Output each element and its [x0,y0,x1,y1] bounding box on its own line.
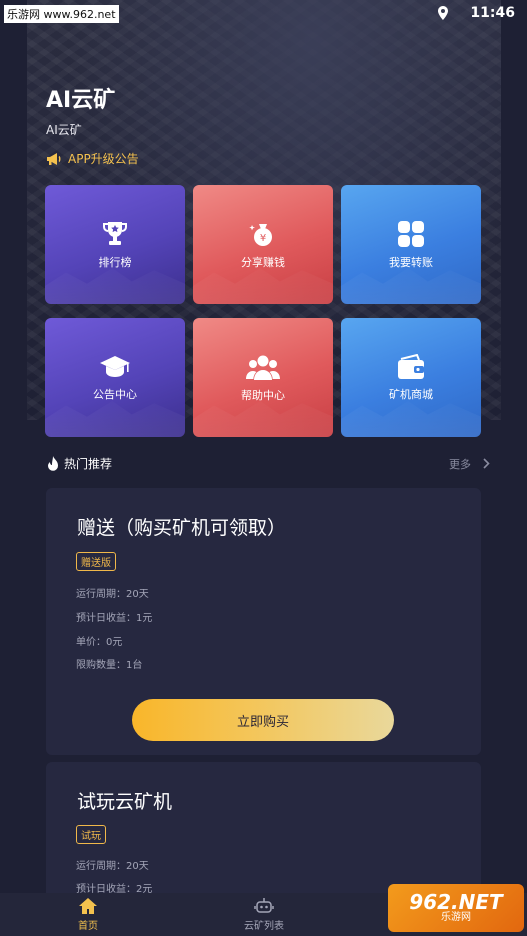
product-title: 赠送（购买矿机可领取） [77,517,287,539]
megaphone-icon [47,152,61,165]
notice-link[interactable]: APP升级公告 [46,150,139,167]
watermark-small: 乐游网 [441,912,471,923]
tile-label: 排行榜 [98,255,132,269]
wallet-icon [398,353,424,379]
trophy-icon [103,221,127,245]
section-header: 热门推荐 更多 [46,455,490,472]
watermark-top: 乐游网 www.962.net [4,5,119,23]
tile-ranking[interactable]: 排行榜 [45,185,185,304]
watermark-big: 962.NET [409,890,503,914]
more-link[interactable]: 更多 [449,456,490,472]
more-label: 更多 [449,457,471,471]
product-cycle: 运行周期：20天 [76,589,149,600]
notice-text: APP升级公告 [68,152,139,166]
product-limit: 限购数量：1台 [76,660,143,671]
home-icon [79,898,97,914]
tab-home[interactable]: 首页 [0,893,176,936]
money-bag-icon: ¥ [249,223,272,246]
buy-now-button[interactable]: 立即购买 [132,699,394,741]
graduation-cap-icon [100,355,130,377]
tile-label: 我要转账 [389,255,433,269]
svg-text:¥: ¥ [260,233,266,244]
flame-icon [48,455,59,471]
status-time: 11:46 [470,5,515,21]
tab-mining-list[interactable]: 云矿列表 [176,893,352,936]
chevron-right-icon [483,458,490,469]
product-tag: 试玩 [76,825,106,844]
tab-label: 云矿列表 [244,921,284,932]
tile-label: 公告中心 [93,387,137,401]
watermark-logo: 962.NET 乐游网 [388,884,524,932]
product-cycle: 运行周期：20天 [76,861,149,872]
tile-label: 矿机商城 [389,387,433,401]
product-daily-yield: 预计日收益：1元 [76,613,153,624]
tile-transfer[interactable]: 我要转账 [341,185,481,304]
tile-share-earn[interactable]: ¥ 分享赚钱 [193,185,333,304]
product-card[interactable]: 试玩云矿机 试玩 运行周期：20天 预计日收益：2元 [46,762,481,902]
tile-label: 分享赚钱 [241,255,285,269]
tile-announcements[interactable]: 公告中心 [45,318,185,437]
users-icon [246,355,280,380]
product-price: 单价：0元 [76,637,123,648]
location-icon [438,6,449,20]
tab-label: 首页 [78,921,98,932]
apps-icon [398,220,424,247]
product-title: 试玩云矿机 [77,791,173,813]
section-title: 热门推荐 [64,457,113,471]
product-card[interactable]: 赠送（购买矿机可领取） 赠送版 运行周期：20天 预计日收益：1元 单价：0元 … [46,488,481,755]
page-subtitle: AI云矿 [46,123,82,137]
page-title: AI云矿 [46,88,116,113]
product-tag: 赠送版 [76,552,116,571]
tile-mining-store[interactable]: 矿机商城 [341,318,481,437]
robot-icon [254,898,274,913]
tile-help[interactable]: 帮助中心 [193,318,333,437]
tile-label: 帮助中心 [241,388,285,402]
